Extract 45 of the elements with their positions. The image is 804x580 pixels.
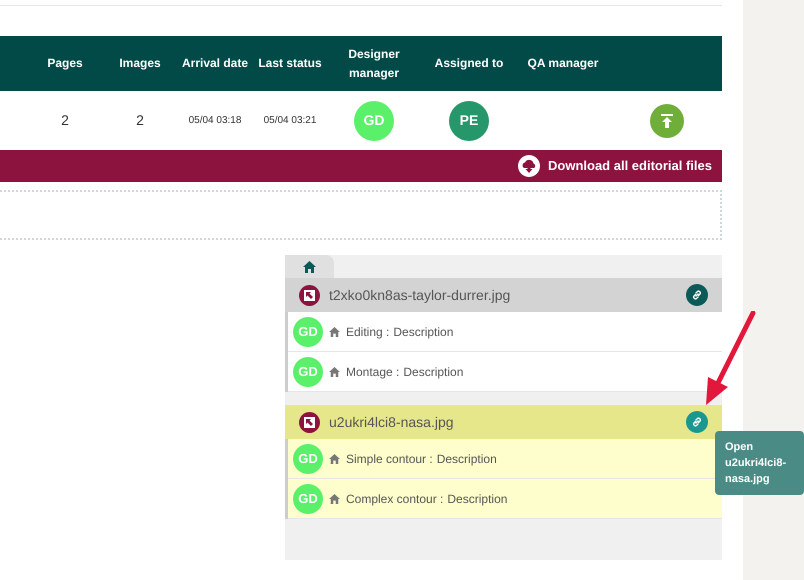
link-button[interactable] <box>686 284 708 306</box>
download-all-button[interactable]: Download all editorial files <box>518 155 712 177</box>
task-label: Editing : <box>346 324 390 340</box>
image-icon <box>299 412 320 432</box>
table-cell-text: 2 <box>136 111 144 130</box>
tooltip: Open u2ukri4lci8-nasa.jpg <box>715 431 804 495</box>
avatar: GD <box>293 316 323 346</box>
column-header: Assigned to <box>434 55 504 72</box>
avatar: GD <box>354 100 394 140</box>
task-label: Simple contour : <box>346 450 433 468</box>
upload-button[interactable] <box>650 104 684 138</box>
avatar: PE <box>449 100 489 140</box>
table-cell-text: 05/04 03:21 <box>264 114 316 128</box>
image-icon <box>299 284 320 306</box>
column-header: Pages <box>47 55 83 72</box>
column-header: Arrival date <box>182 55 248 72</box>
home-icon <box>329 326 340 336</box>
task-description: Description <box>403 364 464 380</box>
task-description: Description <box>393 324 454 340</box>
file-header[interactable]: t2xko0kn8as-taylor-durrer.jpg <box>285 278 722 312</box>
avatar: GD <box>293 356 323 386</box>
file-header[interactable]: u2ukri4lci8-nasa.jpg <box>285 405 722 439</box>
table-cell-text: 2 <box>61 111 69 130</box>
link-button[interactable] <box>686 411 708 433</box>
link-icon <box>691 289 703 301</box>
column-header: Images <box>119 55 161 72</box>
file-name: u2ukri4lci8-nasa.jpg <box>329 412 455 432</box>
home-icon <box>329 366 340 376</box>
table-cell-text: 05/04 03:18 <box>188 114 242 128</box>
task-label: Complex contour : <box>346 490 444 508</box>
column-header: Designer manager <box>347 46 401 82</box>
task-description: Description <box>447 490 508 508</box>
cloud-download-icon <box>518 155 540 177</box>
column-header: QA manager <box>528 55 598 72</box>
link-icon <box>691 416 703 428</box>
avatar: GD <box>293 444 323 474</box>
home-icon <box>329 494 340 504</box>
task-label: Montage : <box>346 364 400 380</box>
file-name: t2xko0kn8as-taylor-durrer.jpg <box>329 286 512 305</box>
home-icon <box>329 454 340 464</box>
task-description: Description <box>436 450 497 468</box>
home-icon[interactable] <box>303 260 316 272</box>
column-header: Last status <box>258 55 322 72</box>
avatar: GD <box>293 484 323 514</box>
upload-icon <box>660 114 674 128</box>
